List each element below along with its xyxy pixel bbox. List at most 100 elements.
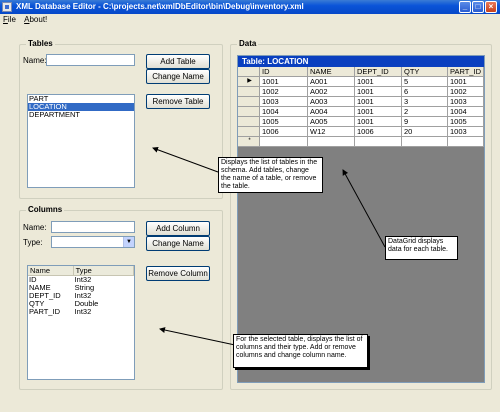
grid-cell[interactable] bbox=[355, 137, 402, 147]
table-row[interactable]: 1002 A002 1001 6 1002 bbox=[238, 87, 484, 97]
table-name-label: Name: bbox=[23, 56, 47, 65]
grid-header-name[interactable]: NAME bbox=[308, 67, 355, 77]
row-selector[interactable] bbox=[238, 107, 260, 117]
grid-cell[interactable]: 1005 bbox=[448, 117, 484, 127]
grid-cell[interactable]: 1002 bbox=[260, 87, 308, 97]
grid-cell[interactable] bbox=[308, 137, 355, 147]
grid-cell[interactable]: 1003 bbox=[260, 97, 308, 107]
new-row[interactable]: * bbox=[238, 137, 484, 147]
close-button[interactable]: × bbox=[485, 1, 497, 13]
list-item[interactable]: NAME String bbox=[28, 284, 134, 292]
minimize-button[interactable]: _ bbox=[459, 1, 471, 13]
chevron-down-icon[interactable]: ▼ bbox=[123, 237, 134, 247]
grid-cell[interactable]: 5 bbox=[402, 77, 448, 87]
add-table-button[interactable]: Add Table bbox=[146, 54, 210, 69]
grid-cell[interactable]: 1001 bbox=[355, 87, 402, 97]
row-selector[interactable] bbox=[238, 117, 260, 127]
grid-cell[interactable]: A002 bbox=[308, 87, 355, 97]
grid-cell[interactable]: 1001 bbox=[355, 77, 402, 87]
grid-cell[interactable]: 1004 bbox=[260, 107, 308, 117]
menu-about[interactable]: About! bbox=[21, 14, 50, 26]
list-item[interactable]: QTY Double bbox=[28, 300, 134, 308]
grid-cell[interactable]: 1006 bbox=[355, 127, 402, 137]
grid-cell[interactable] bbox=[448, 137, 484, 147]
grid-cell[interactable]: 6 bbox=[402, 87, 448, 97]
grid-cell[interactable]: 3 bbox=[402, 97, 448, 107]
remove-column-button[interactable]: Remove Column bbox=[146, 266, 210, 281]
window-title: XML Database Editor - C:\projects.net\xm… bbox=[16, 2, 304, 11]
grid-cell[interactable]: 1001 bbox=[448, 77, 484, 87]
grid-header-row: ID NAME DEPT_ID QTY PART_ID bbox=[238, 67, 484, 77]
callout-tables: Displays the list of tables in the schem… bbox=[218, 157, 323, 193]
data-legend: Data bbox=[237, 39, 259, 48]
grid-cell[interactable]: 1001 bbox=[355, 117, 402, 127]
grid-cell[interactable]: 1004 bbox=[448, 107, 484, 117]
tables-legend: Tables bbox=[26, 39, 55, 48]
grid-header-id[interactable]: ID bbox=[260, 67, 308, 77]
columns-header: Name Type bbox=[28, 266, 134, 276]
grid-cell[interactable]: 1002 bbox=[448, 87, 484, 97]
column-row-type: Int32 bbox=[74, 308, 92, 316]
row-selector[interactable] bbox=[238, 127, 260, 137]
column-row-type: Int32 bbox=[74, 292, 92, 300]
title-bar[interactable]: XML Database Editor - C:\projects.net\xm… bbox=[0, 0, 500, 14]
new-row-asterisk-icon[interactable]: * bbox=[238, 137, 260, 147]
column-row-name: ID bbox=[29, 276, 37, 284]
table-row[interactable]: 1004 A004 1001 2 1004 bbox=[238, 107, 484, 117]
grid-cell[interactable]: 9 bbox=[402, 117, 448, 127]
grid-cell[interactable]: A005 bbox=[308, 117, 355, 127]
column-type-select[interactable]: ▼ bbox=[51, 236, 135, 248]
table-list-item[interactable]: DEPARTMENT bbox=[28, 111, 134, 119]
list-item[interactable]: ID Int32 bbox=[28, 276, 134, 284]
grid-cell[interactable]: 1006 bbox=[260, 127, 308, 137]
column-type-label: Type: bbox=[23, 238, 43, 247]
row-selector[interactable] bbox=[238, 97, 260, 107]
change-column-name-button[interactable]: Change Name bbox=[146, 236, 210, 251]
remove-table-button[interactable]: Remove Table bbox=[146, 94, 210, 109]
change-table-name-button[interactable]: Change Name bbox=[146, 69, 210, 84]
grid-cell[interactable]: A001 bbox=[308, 77, 355, 87]
column-header-type[interactable]: Type bbox=[73, 266, 134, 276]
columns-legend: Columns bbox=[26, 205, 65, 214]
menu-bar: File About! bbox=[0, 14, 500, 26]
grid-cell[interactable] bbox=[260, 137, 308, 147]
add-column-button[interactable]: Add Column bbox=[146, 221, 210, 236]
table-row[interactable]: ▶ 1001 A001 1001 5 1001 bbox=[238, 77, 484, 87]
grid-cell[interactable]: A004 bbox=[308, 107, 355, 117]
row-selector[interactable] bbox=[238, 87, 260, 97]
menu-file[interactable]: File bbox=[0, 14, 19, 26]
grid-cell[interactable]: 1003 bbox=[448, 127, 484, 137]
column-row-name: DEPT_ID bbox=[29, 292, 61, 300]
column-row-name: NAME bbox=[29, 284, 51, 292]
grid-cell[interactable]: 20 bbox=[402, 127, 448, 137]
grid-header-dept-id[interactable]: DEPT_ID bbox=[355, 67, 402, 77]
grid-header-part-id[interactable]: PART_ID bbox=[448, 67, 484, 77]
grid-cell[interactable]: A003 bbox=[308, 97, 355, 107]
table-row[interactable]: 1003 A003 1001 3 1003 bbox=[238, 97, 484, 107]
column-header-name[interactable]: Name bbox=[28, 266, 74, 276]
grid-cell[interactable]: 1003 bbox=[448, 97, 484, 107]
column-name-input[interactable] bbox=[51, 221, 135, 233]
grid-cell[interactable]: 1001 bbox=[355, 107, 402, 117]
list-item[interactable]: PART_ID Int32 bbox=[28, 308, 134, 316]
grid-cell[interactable]: 1005 bbox=[260, 117, 308, 127]
app-icon bbox=[2, 2, 12, 12]
grid-cell[interactable] bbox=[402, 137, 448, 147]
grid-caption: Table: LOCATION bbox=[238, 56, 484, 67]
column-row-type: String bbox=[74, 284, 95, 292]
current-row-arrow-icon[interactable]: ▶ bbox=[238, 77, 260, 87]
callout-datagrid: DataGrid displays data for each table. bbox=[385, 236, 458, 260]
column-name-label: Name: bbox=[23, 223, 47, 232]
grid-cell[interactable]: 1001 bbox=[260, 77, 308, 87]
table-row[interactable]: 1005 A005 1001 9 1005 bbox=[238, 117, 484, 127]
grid-header-qty[interactable]: QTY bbox=[402, 67, 448, 77]
grid-cell[interactable]: 2 bbox=[402, 107, 448, 117]
table-name-input[interactable] bbox=[46, 54, 135, 66]
columns-listview[interactable]: Name Type ID Int32 NAME String DEPT_ID I… bbox=[27, 265, 135, 380]
grid-cell[interactable]: W12 bbox=[308, 127, 355, 137]
list-item[interactable]: DEPT_ID Int32 bbox=[28, 292, 134, 300]
grid-cell[interactable]: 1001 bbox=[355, 97, 402, 107]
tables-listbox[interactable]: PART LOCATION DEPARTMENT bbox=[27, 94, 135, 188]
table-row[interactable]: 1006 W12 1006 20 1003 bbox=[238, 127, 484, 137]
maximize-button[interactable]: □ bbox=[472, 1, 484, 13]
